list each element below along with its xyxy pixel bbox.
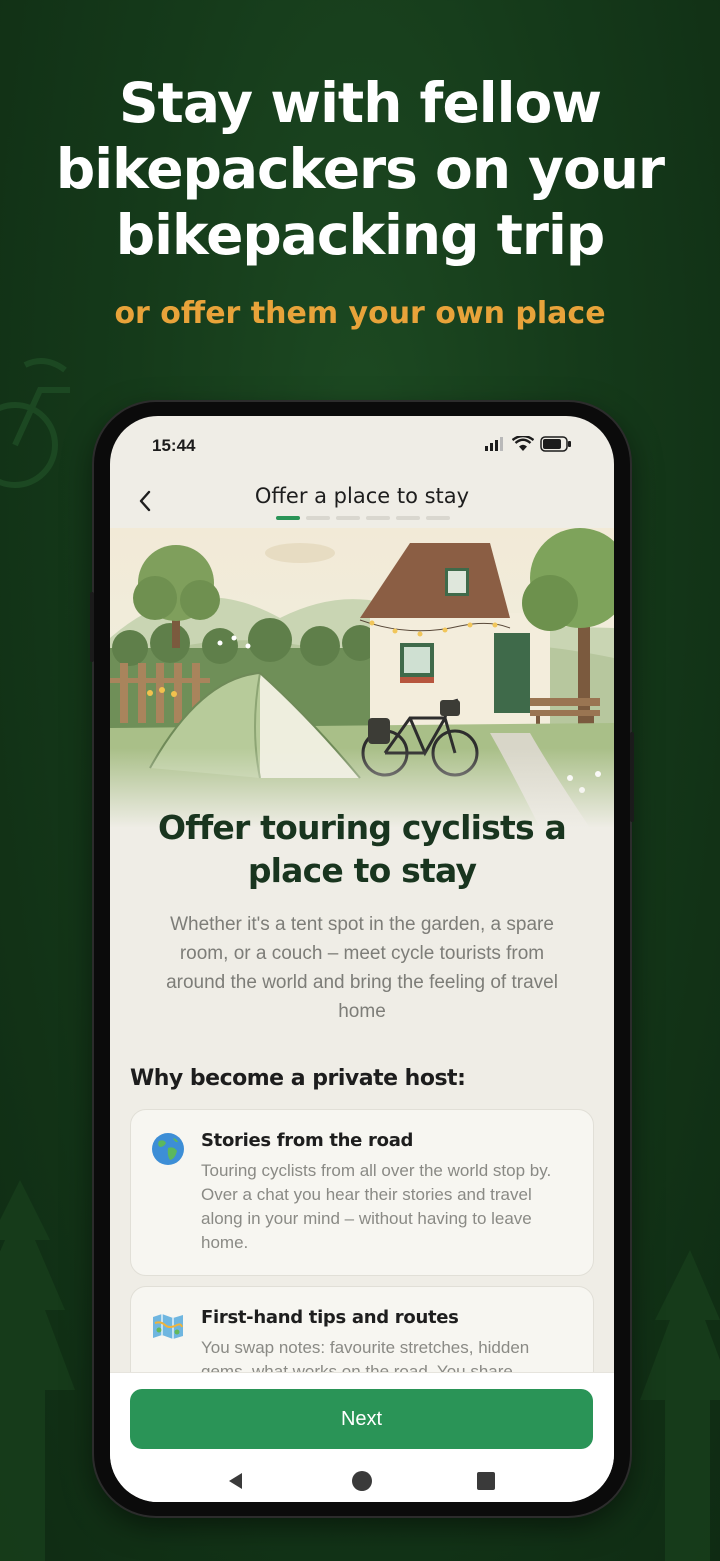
progress-step [366,516,390,520]
hero-title-line: Stay with fellow [118,71,602,135]
progress-step [276,516,300,520]
step-progress [276,516,450,520]
page-title: Offer a place to stay [254,484,470,508]
power-button [630,732,634,822]
main-description: Whether it's a tent spot in the garden, … [166,914,558,1022]
benefit-text: Touring cyclists from all over the world… [201,1161,552,1252]
benefit-title: Stories from the road [201,1130,414,1151]
hero-title-line: bikepacking trip [115,203,605,267]
progress-step [426,516,450,520]
onboarding-content: Offer touring cyclists a place to stay W… [110,806,614,1410]
hero-title: Stay with fellow bikepackers on your bik… [0,70,720,268]
globe-icon [152,1133,184,1165]
hero-title-line: bikepackers on your [55,137,665,201]
garden-tent-illustration [110,528,614,828]
signal-icon [485,437,503,451]
hero-subtitle: or offer them your own place [114,296,606,331]
progress-step [336,516,360,520]
benefit-card: Stories from the road Touring cyclists f… [130,1109,594,1276]
nav-home-button[interactable] [348,1467,376,1495]
next-button[interactable]: Next [130,1389,593,1449]
tree-silhouette-icon [640,1250,720,1561]
battery-icon [540,436,571,452]
system-nav-bar [110,1461,614,1501]
status-icons [484,436,572,452]
nav-recents-button[interactable] [472,1467,500,1495]
bottom-action-bar: Next [110,1372,614,1502]
tree-silhouette-icon [0,1180,75,1561]
main-title: Offer touring cyclists a place to stay [158,808,567,890]
status-time: 15:44 [152,436,196,455]
status-bar: 15:44 [110,416,614,472]
back-triangle-icon [229,1473,242,1489]
progress-step [396,516,420,520]
home-circle-icon [352,1471,372,1491]
benefit-title: First-hand tips and routes [201,1307,459,1328]
recents-square-icon [477,1472,495,1490]
volume-button [90,592,94,662]
wifi-icon [512,436,534,451]
phone-screen: 15:44 Offer a place to stay Offer tourin… [110,416,614,1502]
nav-back-button[interactable] [222,1467,250,1495]
progress-step [306,516,330,520]
map-icon [153,1314,183,1339]
section-heading: Why become a private host: [130,1066,466,1091]
app-bar: Offer a place to stay [110,472,614,532]
phone-frame: 15:44 Offer a place to stay Offer tourin… [90,402,634,1516]
